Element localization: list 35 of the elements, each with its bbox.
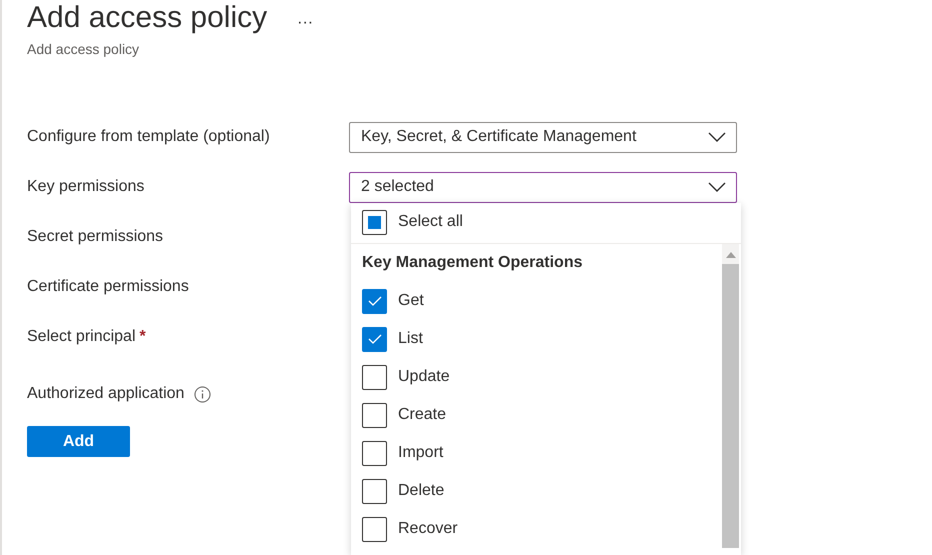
option-label: Update — [398, 368, 450, 386]
required-marker: * — [140, 328, 146, 346]
dropdown[interactable]: Key, Secret, & Certificate Management — [349, 122, 737, 152]
field-label: Authorized application — [27, 385, 184, 403]
checkbox[interactable] — [362, 402, 387, 428]
option-label: List — [398, 330, 423, 348]
checkbox[interactable] — [362, 288, 387, 314]
checkbox[interactable] — [362, 326, 387, 352]
dropdown[interactable]: 2 selected — [349, 172, 737, 202]
checkbox[interactable] — [362, 210, 387, 234]
more-options-button[interactable]: ··· — [297, 14, 314, 32]
field-label: Key permissions — [27, 178, 144, 196]
checkmark-icon — [368, 334, 382, 344]
chevron-down-icon — [708, 132, 726, 142]
field-label: Configure from template (optional) — [27, 128, 270, 146]
info-icon[interactable] — [194, 386, 212, 402]
option-label: Import — [398, 444, 444, 462]
chevron-down-icon — [708, 182, 726, 192]
checkbox[interactable] — [362, 440, 387, 466]
add-button[interactable]: Add — [27, 426, 130, 457]
option-label: Select all — [398, 213, 463, 231]
checkbox[interactable] — [362, 516, 387, 542]
checkbox[interactable] — [362, 478, 387, 504]
checkbox[interactable] — [362, 364, 387, 390]
field-label: Secret permissions — [27, 228, 164, 246]
checkmark-icon — [368, 296, 382, 306]
field-label: Select principal — [27, 328, 136, 346]
option-label: Delete — [398, 482, 444, 500]
field-label: Certificate permissions — [27, 278, 189, 296]
option-label: Get — [398, 292, 424, 310]
option-label: Recover — [398, 520, 458, 538]
page-subtitle: Add access policy — [27, 41, 140, 57]
option-label: Create — [398, 406, 446, 424]
page-title: Add access policy — [27, 0, 268, 36]
group-heading: Key Management Operations — [361, 253, 584, 273]
